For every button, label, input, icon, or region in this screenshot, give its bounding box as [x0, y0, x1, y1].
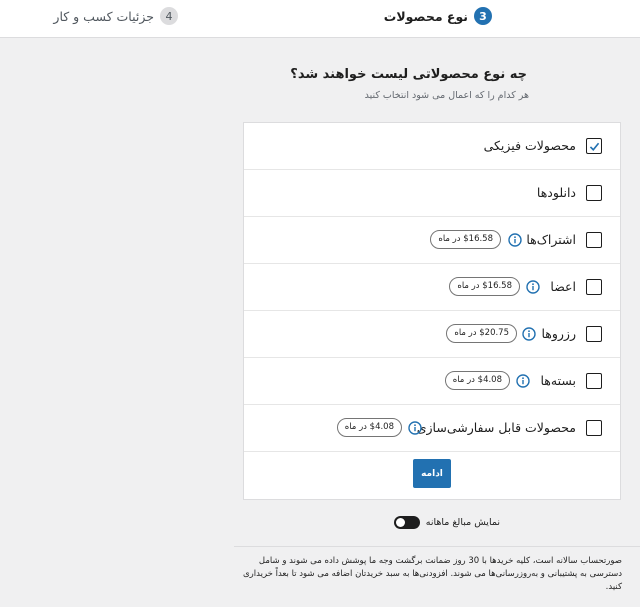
toggle-knob	[395, 518, 405, 527]
product-type-label: دانلودها	[536, 185, 576, 200]
step-business-details[interactable]: 4 جزئیات کسب و کار	[53, 6, 178, 26]
billing-note: صورتحساب سالانه است، کلیه خریدها با 30 ر…	[243, 556, 622, 592]
checkbox[interactable]	[586, 232, 602, 248]
checkmark-icon	[589, 142, 599, 151]
info-icon[interactable]	[522, 327, 536, 341]
toggle-label: نمایش مبالغ ماهانه	[425, 517, 500, 528]
product-type-label: بسته‌ها	[540, 373, 576, 388]
info-icon[interactable]	[516, 374, 530, 388]
price-badge: $4.08 در ماه	[444, 371, 510, 390]
price-badge: $4.08 در ماه	[336, 418, 402, 437]
product-type-label: اعضا	[550, 279, 576, 294]
product-type-label: اشتراک‌ها	[526, 232, 576, 247]
checkbox[interactable]	[586, 279, 602, 295]
price-badge: $16.58 در ماه	[449, 277, 520, 296]
setup-stepper: 3 نوع محصولات 4 جزئیات کسب و کار	[0, 0, 640, 38]
product-type-row-physical[interactable]: محصولات فیزیکی	[244, 123, 620, 170]
monthly-price-toggle-row: نمایش مبالغ ماهانه	[393, 516, 500, 529]
product-type-row-bundles[interactable]: بسته‌ها $4.08 در ماه	[244, 358, 620, 405]
step-number: 3	[474, 7, 492, 25]
step-product-types[interactable]: 3 نوع محصولات	[384, 6, 492, 26]
checkbox[interactable]	[586, 326, 602, 342]
info-icon[interactable]	[508, 233, 522, 247]
price-badge: $20.75 در ماه	[446, 324, 517, 343]
product-type-row-members[interactable]: اعضا $16.58 در ماه	[244, 264, 620, 311]
divider	[234, 546, 640, 547]
product-type-row-customizable[interactable]: محصولات قابل سفارشی‌سازی $4.08 در ماه	[244, 405, 620, 452]
product-type-label: محصولات فیزیکی	[483, 138, 576, 153]
product-type-label: رزروها	[541, 326, 576, 341]
product-type-row-bookings[interactable]: رزروها $20.75 در ماه	[244, 311, 620, 358]
checkbox[interactable]	[586, 420, 602, 436]
page-subtitle: هر کدام را که اعمال می شود انتخاب کنید	[364, 90, 529, 101]
step-label: جزئیات کسب و کار	[53, 8, 154, 24]
product-types-card: محصولات فیزیکی دانلودها اشتراک‌ها $16.58…	[243, 122, 621, 500]
continue-button[interactable]: ادامه	[413, 459, 451, 488]
step-number: 4	[160, 7, 178, 25]
checkbox[interactable]	[586, 185, 602, 201]
info-icon[interactable]	[526, 280, 540, 294]
page-title: چه نوع محصولاتی لیست خواهند شد؟	[290, 67, 527, 82]
info-icon[interactable]	[408, 421, 422, 435]
monthly-price-toggle[interactable]	[393, 516, 420, 529]
checkbox[interactable]	[586, 138, 602, 154]
step-label: نوع محصولات	[383, 8, 468, 24]
price-badge: $16.58 در ماه	[430, 230, 501, 249]
product-type-row-subscriptions[interactable]: اشتراک‌ها $16.58 در ماه	[244, 217, 620, 264]
product-type-row-downloads[interactable]: دانلودها	[244, 170, 620, 217]
checkbox[interactable]	[586, 373, 602, 389]
product-type-label: محصولات قابل سفارشی‌سازی	[416, 420, 576, 435]
